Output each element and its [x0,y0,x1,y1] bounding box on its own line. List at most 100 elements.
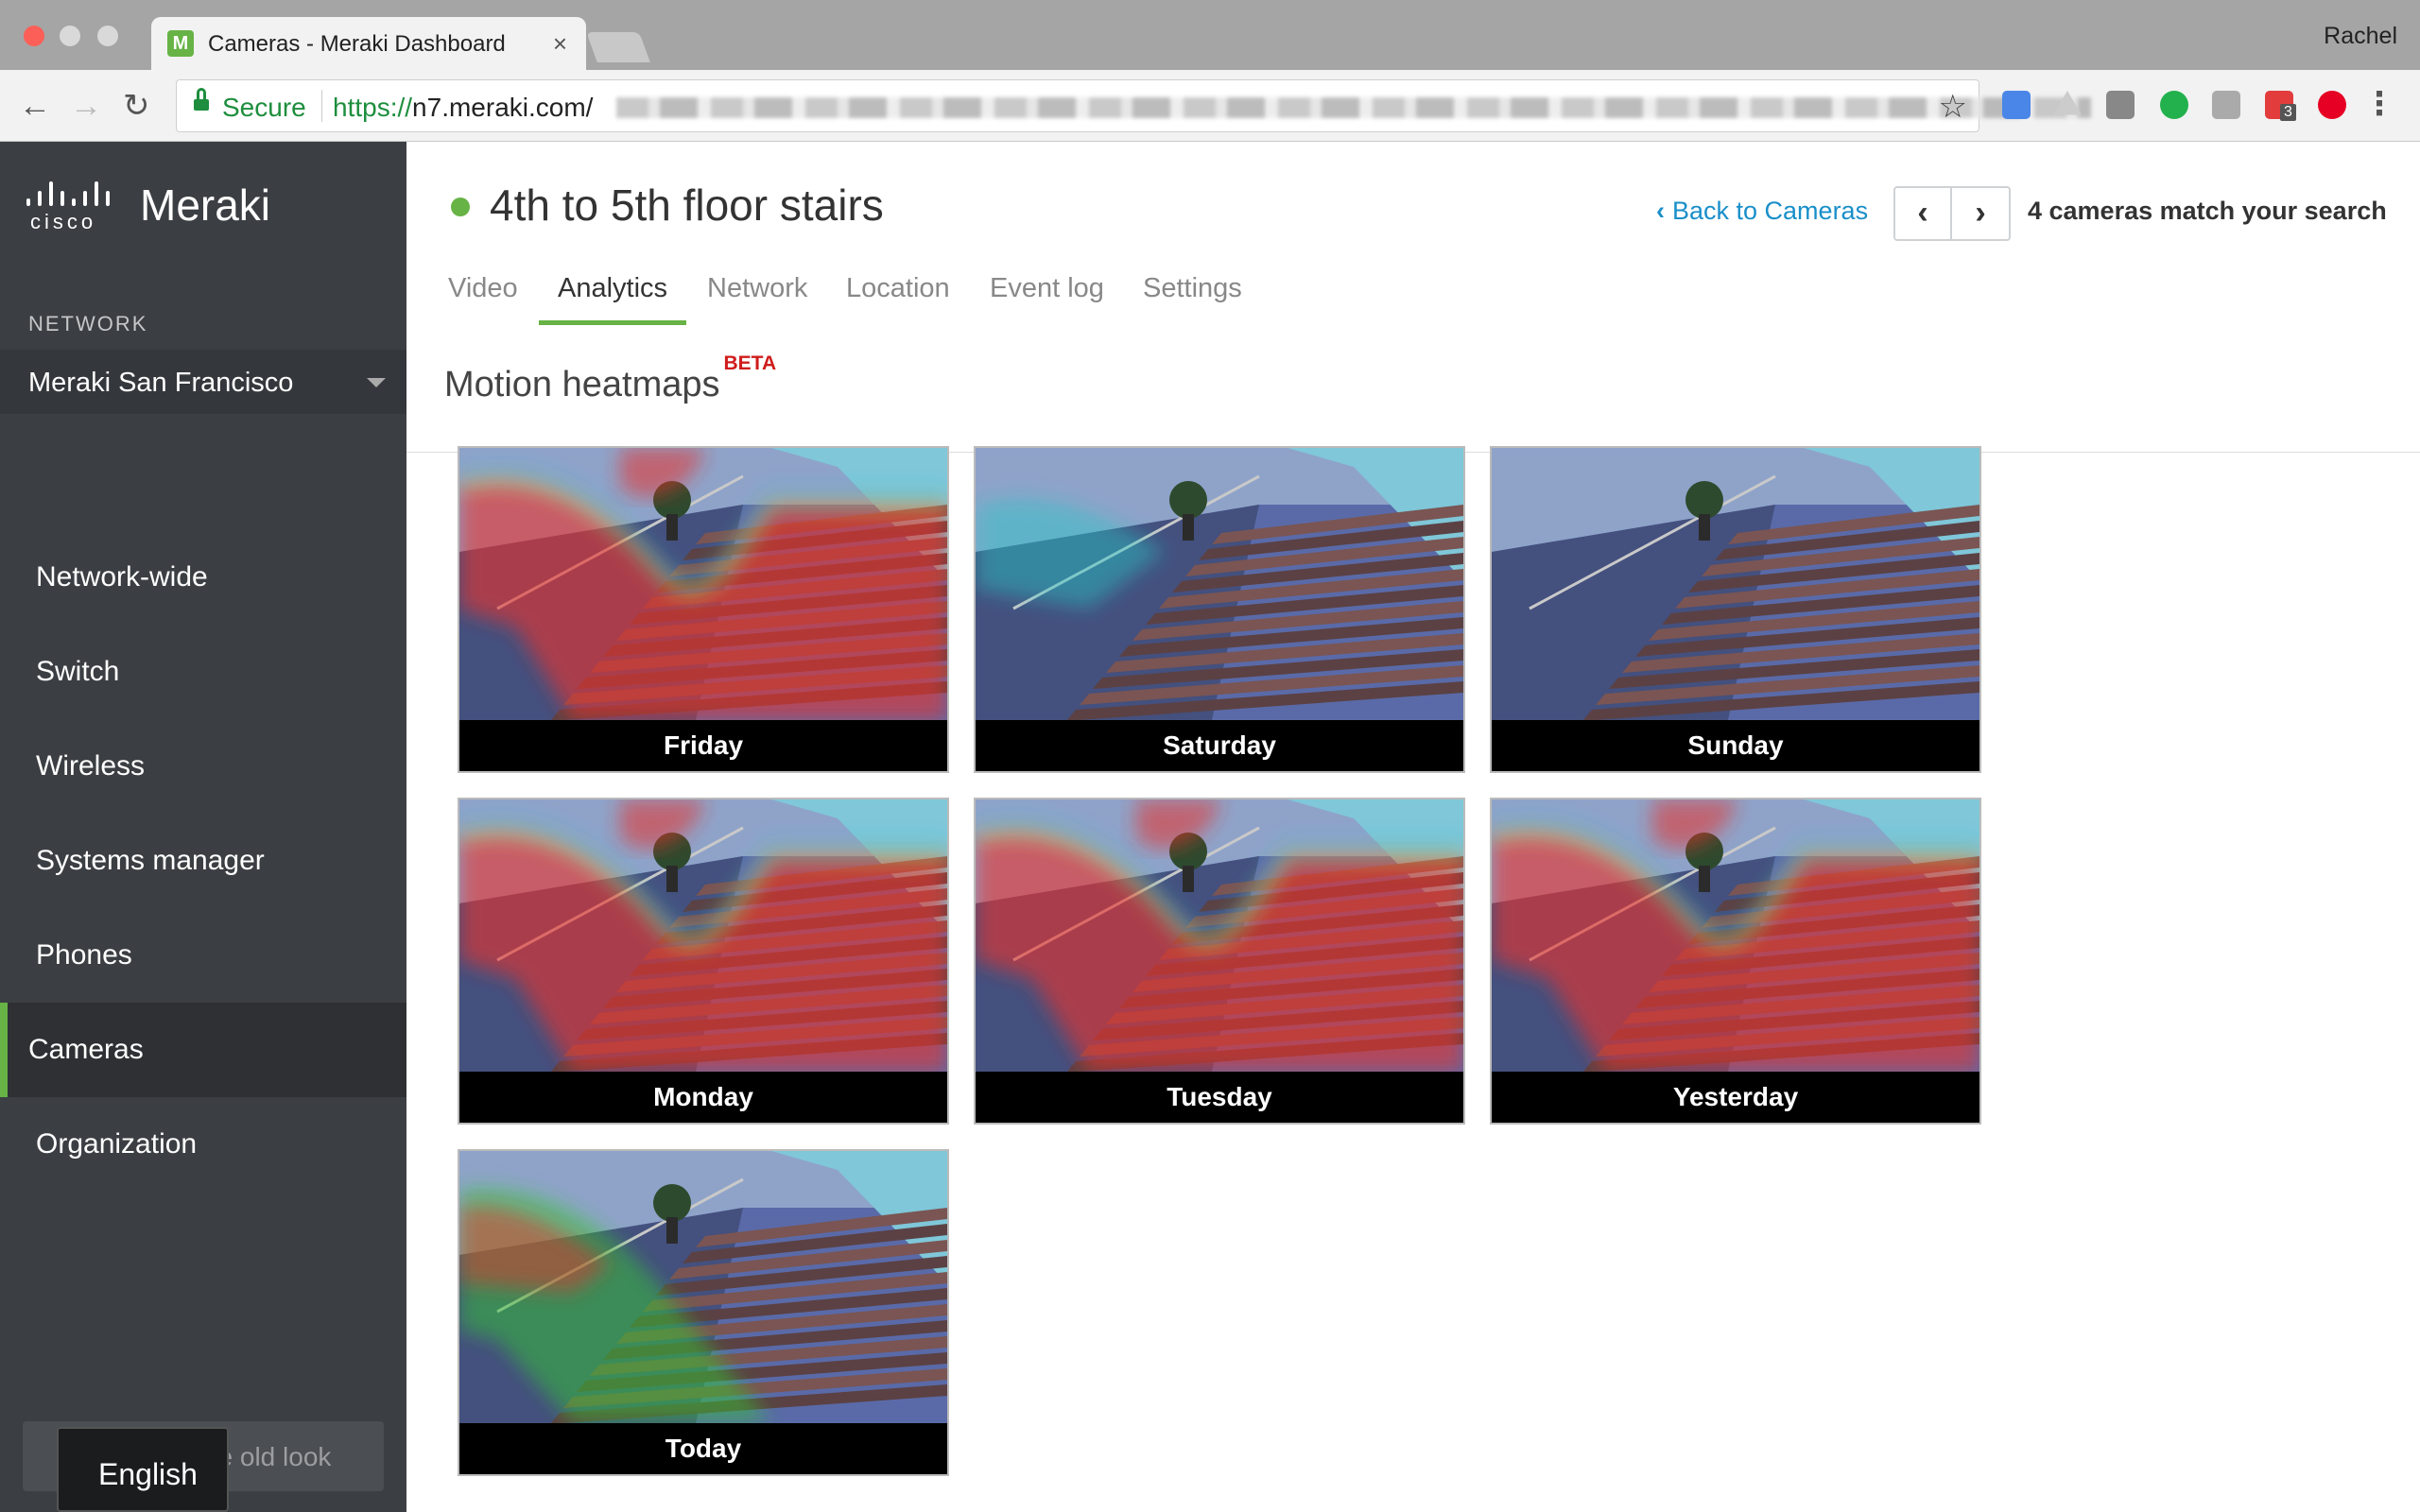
tab-analytics[interactable]: Analytics [539,265,687,325]
heatmap-graphic [459,1151,947,1423]
heatmap-graphic [1492,799,1979,1072]
heatmap-day-label: Friday [459,720,947,771]
sidebar-item-phones[interactable]: Phones [0,908,406,1003]
forward-arrow-icon[interactable]: → [70,87,102,125]
profile-name[interactable]: Rachel [2324,23,2397,50]
tab-close-icon[interactable]: × [553,29,567,59]
sidebar-item-network-wide[interactable]: Network-wide [0,530,406,625]
section-title: Motion heatmapsBETA [444,352,776,405]
network-label: NETWORK [28,312,148,335]
sidebar-item-label: Systems manager [36,845,265,876]
heatmap-tile[interactable]: Yesterday [1490,798,1981,1125]
network-selector[interactable]: Meraki San Francisco [0,350,406,414]
language-selector[interactable]: English [57,1427,229,1512]
heatmap-tile[interactable]: Saturday [974,446,1465,773]
reload-icon[interactable]: ↻ [123,87,150,125]
heatmap-day-label: Monday [459,1072,947,1123]
heatmap-day-label: Yesterday [1492,1072,1979,1123]
back-to-cameras-label: Back to Cameras [1672,197,1869,225]
online-status-dot [451,198,470,216]
sidebar-item-switch[interactable]: Switch [0,625,406,719]
clipper-extension-icon[interactable] [2106,91,2135,119]
heatmap-image [1492,799,1979,1072]
heatmap-tile[interactable]: Tuesday [974,798,1465,1125]
chevron-left-icon: ‹ [1656,197,1665,225]
sidebar: cisco Meraki NETWORK Meraki San Francisc… [0,142,406,1512]
main-content: 4th to 5th floor stairs ‹ Back to Cameras… [406,142,2420,1512]
extension-badge: 3 [2280,104,2296,121]
heatmap-tile[interactable]: Friday [458,446,949,773]
calendar-extension-icon[interactable] [2002,91,2031,119]
browser-menu-icon[interactable]: ⋮ [2363,85,2395,123]
address-bar[interactable]: Secure https://n7.meraki.com/ ☆ [176,79,2091,132]
language-label: English [98,1457,198,1491]
previous-camera-button[interactable]: ‹ [1895,188,1952,239]
tab-event-log[interactable]: Event log [990,265,1104,325]
lock-icon [194,88,209,114]
back-arrow-icon[interactable]: ← [19,87,51,125]
meraki-favicon-icon: M [167,30,194,57]
tab-location[interactable]: Location [846,265,950,325]
sidebar-item-systems-manager[interactable]: Systems manager [0,814,406,908]
window-maximize-button[interactable] [97,26,118,46]
beta-badge: BETA [723,352,777,375]
sidebar-item-label: Switch [36,656,120,687]
browser-titlebar: M Cameras - Meraki Dashboard × Rachel [0,0,2420,70]
heatmap-tile[interactable]: Monday [458,798,949,1125]
network-selector-value: Meraki San Francisco [28,368,294,398]
match-count-text: 4 cameras match your search [2028,197,2387,225]
heatmap-graphic [459,799,947,1072]
url-host: n7.meraki.com/ [412,93,594,122]
phone-extension-icon[interactable] [2160,91,2188,119]
url-scheme: https:// [333,93,413,122]
heatmap-tile[interactable]: Sunday [1490,446,1981,773]
tab-settings[interactable]: Settings [1143,265,1242,325]
heatmap-image [1492,448,1979,720]
browser-toolbar: ← → ↻ Secure https://n7.meraki.com/ ☆ 3 … [0,70,2420,142]
heatmap-image [459,448,947,720]
heatmap-graphic [976,799,1463,1072]
caret-down-icon [367,378,386,387]
brand-name: Meraki [140,180,271,230]
sidebar-item-wireless[interactable]: Wireless [0,719,406,814]
bookmark-star-icon[interactable]: ☆ [1939,88,1967,126]
heatmap-image [459,1151,947,1423]
heatmap-graphic [976,448,1463,720]
section-title-text: Motion heatmaps [444,365,720,404]
heatmap-tile[interactable]: Today [458,1149,949,1476]
heatmap-image [976,448,1463,720]
sidebar-item-cameras[interactable]: Cameras [0,1003,406,1097]
window-minimize-button[interactable] [60,26,80,46]
hangul-extension-icon[interactable] [2212,91,2240,119]
heatmap-day-label: Sunday [1492,720,1979,771]
sidebar-nav: Network-wide Switch Wireless Systems man… [0,530,406,1192]
sidebar-item-label: Organization [36,1128,198,1160]
cisco-bars-icon [26,181,113,206]
next-camera-button[interactable]: › [1952,188,2009,239]
cisco-wordmark: cisco [30,210,97,233]
address-divider [321,90,322,122]
pinterest-extension-icon[interactable] [2318,91,2346,119]
heatmap-day-label: Tuesday [976,1072,1463,1123]
heatmap-day-label: Today [459,1423,947,1474]
sidebar-item-organization[interactable]: Organization [0,1097,406,1192]
sidebar-item-label: Cameras [28,1034,144,1065]
tab-title: Cameras - Meraki Dashboard [208,31,506,57]
url-text: https://n7.meraki.com/ [333,93,593,123]
sidebar-item-label: Network-wide [36,561,208,593]
heatmap-graphic [1492,448,1979,720]
heatmap-graphic [459,448,947,720]
page-title: 4th to 5th floor stairs [490,180,884,230]
tab-network[interactable]: Network [707,265,807,325]
browser-tab[interactable]: M Cameras - Meraki Dashboard × [151,17,586,70]
tab-video[interactable]: Video [448,265,518,325]
url-redacted [616,97,2091,118]
secure-label: Secure [222,93,306,122]
camera-pager: ‹ › [1893,186,2011,241]
sidebar-item-label: Wireless [36,750,146,782]
back-to-cameras-link[interactable]: ‹ Back to Cameras [1656,197,1868,226]
new-tab-button[interactable] [586,32,650,62]
window-close-button[interactable] [24,26,44,46]
heatmap-image [976,799,1463,1072]
sidebar-item-label: Phones [36,939,132,971]
